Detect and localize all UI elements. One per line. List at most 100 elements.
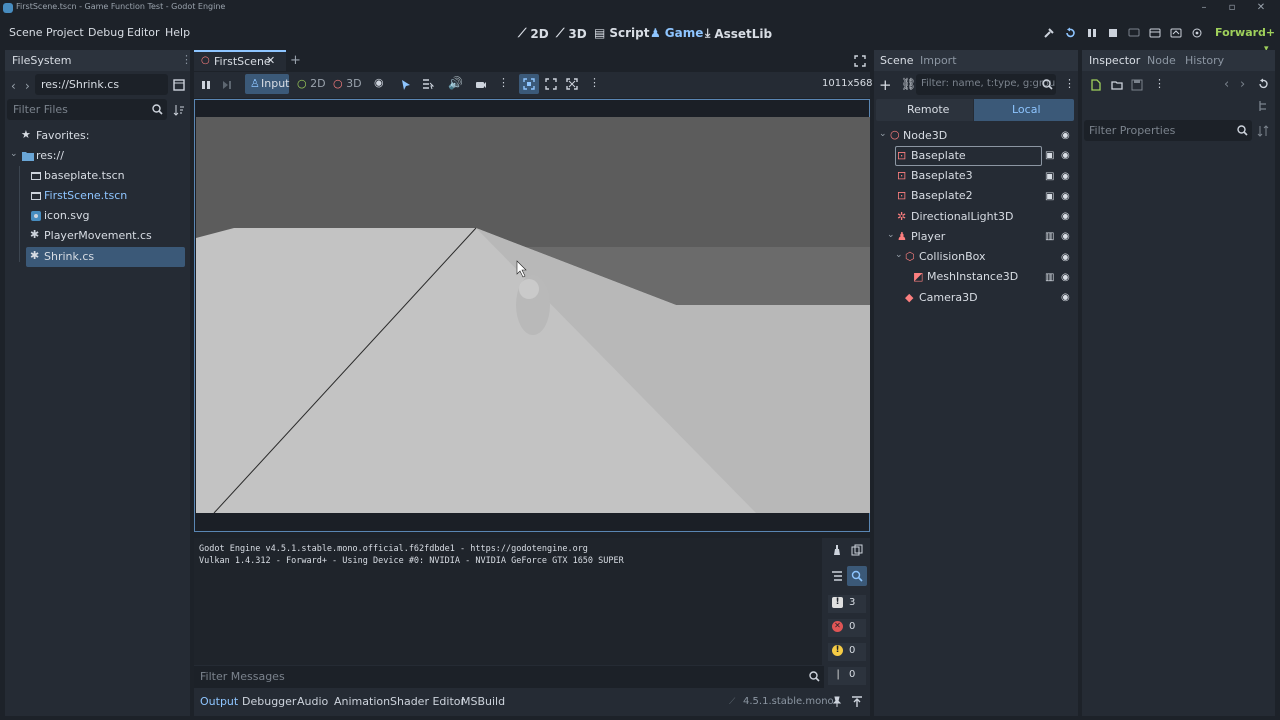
fixed-size-button[interactable] xyxy=(519,74,539,94)
tab-debugger[interactable]: Debugger xyxy=(242,695,296,708)
favorites-item[interactable]: ★ Favorites: xyxy=(5,126,190,146)
visibility-eye-icon[interactable]: ◉ xyxy=(1061,292,1070,303)
editor-messages-filter-button[interactable]: ❘ 0 xyxy=(828,667,866,685)
remote-debug-icon[interactable] xyxy=(1128,27,1140,39)
script-attached-icon[interactable]: ▥ xyxy=(1045,272,1054,283)
list-select-icon[interactable] xyxy=(422,78,434,90)
history-forward-icon[interactable]: › xyxy=(1240,77,1245,92)
toolbar-menu-icon[interactable]: ⋮ xyxy=(498,76,509,89)
collapse-icon[interactable] xyxy=(831,570,843,582)
messages-filter-button[interactable]: ! 3 xyxy=(828,595,866,613)
errors-filter-button[interactable]: ✕ 0 xyxy=(828,619,866,637)
file-item-selected[interactable]: ✱ Shrink.cs xyxy=(26,247,185,267)
tab-shader-editor[interactable]: Shader Editor xyxy=(390,695,465,708)
run-custom-scene-icon[interactable] xyxy=(1170,27,1182,39)
menu-scene[interactable]: Scene xyxy=(9,26,43,39)
tab-import[interactable]: Import xyxy=(920,54,957,67)
workspace-assetlib[interactable]: ⤓ AssetLib xyxy=(705,26,772,41)
tab-filesystem[interactable]: FileSystem xyxy=(12,54,71,67)
clear-log-icon[interactable] xyxy=(831,544,843,556)
tree-node-node3d[interactable]: ⌄ ○ Node3D xyxy=(874,126,1078,146)
path-field[interactable]: res://Shrink.cs xyxy=(35,74,168,95)
workspace-script[interactable]: ▤ Script xyxy=(594,26,649,40)
camera-icon[interactable] xyxy=(475,78,487,90)
visibility-eye-icon[interactable]: ◉ xyxy=(1061,252,1070,263)
workspace-game[interactable]: ♟ Game xyxy=(650,26,703,40)
tab-audio[interactable]: Audio xyxy=(297,695,328,708)
filter-messages-input[interactable]: Filter Messages xyxy=(194,666,824,688)
file-item[interactable]: FirstScene.tscn xyxy=(5,186,190,206)
menu-project[interactable]: Project xyxy=(46,26,84,39)
mode-2d-button[interactable]: ○ 2D xyxy=(297,77,326,90)
tab-node[interactable]: Node xyxy=(1147,54,1176,67)
minimize-icon[interactable]: – xyxy=(1197,1,1211,15)
pause-game-icon[interactable] xyxy=(200,79,212,91)
tab-animation[interactable]: Animation xyxy=(334,695,390,708)
input-mode-button[interactable]: ♙ Input xyxy=(245,74,289,94)
version-label[interactable]: 4.5.1.stable.mono xyxy=(743,696,834,707)
tree-node-collisionbox[interactable]: ⌄ ⬡ CollisionBox xyxy=(874,247,1078,267)
tree-node-directionallight3d[interactable]: ✲ DirectionalLight3D xyxy=(874,207,1078,227)
mute-audio-icon[interactable]: 🔊 xyxy=(448,76,463,90)
property-options-icon[interactable] xyxy=(1257,125,1269,137)
pause-icon[interactable] xyxy=(1086,27,1098,39)
history-back-icon[interactable]: ‹ xyxy=(1224,77,1229,92)
tree-node-camera3d[interactable]: ◆ Camera3D xyxy=(874,288,1078,308)
split-view-icon[interactable] xyxy=(173,79,185,91)
select-arrow-icon[interactable] xyxy=(400,79,412,91)
add-tab-icon[interactable]: + xyxy=(290,53,301,68)
game-render[interactable] xyxy=(196,117,870,513)
build-hammer-icon[interactable] xyxy=(1043,27,1055,39)
object-history-icon[interactable] xyxy=(1257,78,1269,90)
sort-icon[interactable] xyxy=(173,104,185,116)
renderer-dropdown[interactable]: Forward+ xyxy=(1215,26,1275,39)
keep-aspect-icon[interactable] xyxy=(545,78,557,90)
run-current-scene-icon[interactable] xyxy=(1149,27,1161,39)
workspace-3d[interactable]: ⟋ 3D xyxy=(556,26,587,41)
visibility-eye-icon[interactable]: ◉ xyxy=(1061,171,1070,182)
menu-help[interactable]: Help xyxy=(165,26,190,39)
visibility-eye-icon[interactable]: ◉ xyxy=(1061,272,1070,283)
open-folder-icon[interactable] xyxy=(1111,79,1123,91)
tab-output[interactable]: Output xyxy=(200,695,238,708)
panel-menu-icon[interactable]: ⋮ xyxy=(181,53,192,66)
open-in-editor-clapper-icon[interactable]: ▣ xyxy=(1045,191,1054,202)
stretch-icon[interactable] xyxy=(566,78,578,90)
mode-3d-button[interactable]: ○ 3D xyxy=(333,77,362,90)
local-button[interactable]: Local xyxy=(974,99,1074,121)
close-tab-icon[interactable]: ✕ xyxy=(266,54,275,67)
next-frame-icon[interactable] xyxy=(221,79,233,91)
tab-firstscene[interactable]: ○ FirstScene ✕ xyxy=(194,50,286,71)
movie-maker-icon[interactable] xyxy=(1191,27,1203,39)
game-viewport[interactable] xyxy=(194,99,870,532)
visibility-eye-icon[interactable]: ◉ xyxy=(1061,150,1070,161)
back-icon[interactable]: ‹ xyxy=(11,79,16,93)
folder-res-root[interactable]: ⌄ res:// xyxy=(5,146,190,166)
distraction-free-icon[interactable] xyxy=(854,55,866,67)
new-resource-icon[interactable] xyxy=(1090,79,1102,91)
workspace-2d[interactable]: ⟋ 2D xyxy=(518,26,549,41)
filter-toggle-button[interactable] xyxy=(847,566,867,586)
warnings-filter-button[interactable]: ! 0 xyxy=(828,643,866,661)
tab-scene[interactable]: Scene xyxy=(880,54,914,67)
stop-icon[interactable] xyxy=(1107,27,1119,39)
open-in-editor-clapper-icon[interactable]: ▣ xyxy=(1045,150,1054,161)
visibility-eye-icon[interactable]: ◉ xyxy=(1061,211,1070,222)
file-item[interactable]: icon.svg xyxy=(5,206,190,226)
expand-panel-icon[interactable] xyxy=(851,696,863,708)
menu-debug[interactable]: Debug xyxy=(88,26,124,39)
pin-icon[interactable] xyxy=(831,696,843,708)
filter-properties-input[interactable]: Filter Properties xyxy=(1084,120,1252,141)
tab-inspector[interactable]: Inspector xyxy=(1089,54,1140,67)
sub-resources-icon[interactable] xyxy=(1257,100,1269,112)
file-item[interactable]: ✱ PlayerMovement.cs xyxy=(5,226,190,246)
file-item[interactable]: baseplate.tscn xyxy=(5,166,190,186)
tab-msbuild[interactable]: MSBuild xyxy=(461,695,505,708)
visibility-eye-icon[interactable]: ◉ xyxy=(1061,191,1070,202)
visibility-eye-icon[interactable]: ◉ xyxy=(1061,231,1070,242)
inspector-menu-icon[interactable]: ⋮ xyxy=(1154,77,1165,90)
tab-history[interactable]: History xyxy=(1185,54,1224,67)
copy-icon[interactable] xyxy=(851,544,863,556)
visibility-eye-icon[interactable]: ◉ xyxy=(1061,130,1070,141)
open-in-editor-clapper-icon[interactable]: ▣ xyxy=(1045,171,1054,182)
